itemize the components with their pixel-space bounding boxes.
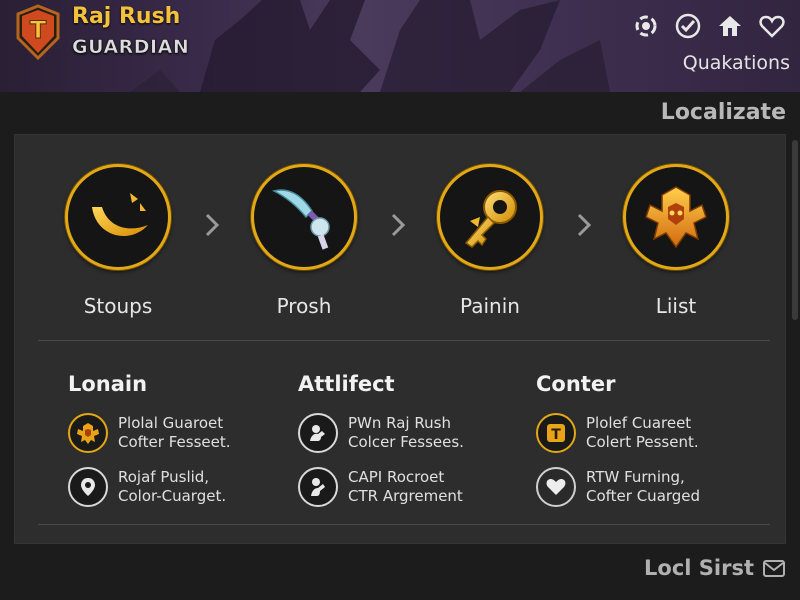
item-text: Plolal Guaroet Cofter Fesseet. — [118, 414, 231, 452]
svg-text:T: T — [30, 16, 47, 44]
item-line-2: Cofter Cuarged — [586, 487, 701, 505]
heart-icon[interactable] — [756, 10, 788, 42]
column-title: Conter — [536, 372, 616, 396]
step-label: Liist — [655, 294, 697, 318]
column-title: Lonain — [68, 372, 148, 396]
app-page: T Raj Rush GUARDIAN Quakations Localizat… — [0, 0, 800, 600]
item-text: PWn Raj Rush Colcer Fessees. — [348, 414, 464, 452]
chevron-right-icon — [391, 213, 406, 237]
step-label: Stoups — [83, 294, 153, 318]
item-text: Rojaf Puslid, Color-Cuarget. — [118, 468, 226, 506]
step-item-1[interactable]: Stoups — [58, 164, 178, 318]
item-line-2: CTR Argrement — [348, 487, 463, 505]
section-title: Localizate — [660, 100, 786, 125]
info-column-1: Lonain Plolal Guaroet Cofter Fesseet. Ro… — [68, 372, 288, 512]
refresh-icon[interactable] — [630, 10, 662, 42]
item-line-1: RTW Furning, — [586, 468, 685, 486]
info-column-3: Conter T Plolef Cuareet Colert Pessent. … — [536, 372, 756, 512]
step-item-2[interactable]: Prosh — [244, 164, 364, 318]
item-text: RTW Furning, Cofter Cuarged — [586, 468, 700, 506]
chevron-right-icon — [205, 213, 220, 237]
header-icon-group — [630, 10, 788, 42]
list-item[interactable]: RTW Furning, Cofter Cuarged — [536, 462, 756, 512]
list-item[interactable]: T Plolef Cuareet Colert Pessent. — [536, 408, 756, 458]
content-card: Stoups Prosh Painin Liist Lonain Plolal … — [14, 134, 786, 544]
item-line-2: Colcer Fessees. — [348, 433, 464, 451]
golden-key-icon — [464, 190, 517, 248]
item-line-1: Rojaf Puslid, — [118, 468, 210, 486]
step-row: Stoups Prosh Painin Liist — [14, 134, 786, 334]
scrollbar-thumb[interactable] — [792, 140, 798, 320]
divider — [38, 524, 770, 525]
armor-crest-icon — [645, 186, 707, 249]
item-line-1: Plolal Guaroet — [118, 414, 224, 432]
crescent-moon-icon — [92, 193, 148, 237]
step-circle — [437, 164, 543, 270]
step-label: Prosh — [276, 294, 332, 318]
home-icon[interactable] — [714, 10, 746, 42]
item-line-1: Plolef Cuareet — [586, 414, 692, 432]
brand-title: Raj Rush — [72, 4, 181, 29]
header-link[interactable]: Quakations — [683, 52, 790, 74]
column-title: Attlifect — [298, 372, 395, 396]
item-line-2: Cofter Fesseet. — [118, 433, 231, 451]
list-item[interactable]: Rojaf Puslid, Color-Cuarget. — [68, 462, 288, 512]
item-text: CAPI Rocroet CTR Argrement — [348, 468, 463, 506]
item-text: Plolef Cuareet Colert Pessent. — [586, 414, 699, 452]
list-item[interactable]: PWn Raj Rush Colcer Fessees. — [298, 408, 518, 458]
divider — [38, 340, 770, 341]
footer-link[interactable]: Locl Sirst — [644, 556, 786, 580]
location-pin-icon — [68, 467, 108, 507]
guardian-logo[interactable]: T — [14, 4, 62, 61]
mail-icon — [763, 560, 785, 577]
list-item[interactable]: CAPI Rocroet CTR Argrement — [298, 462, 518, 512]
item-line-2: Colert Pessent. — [586, 433, 699, 451]
character-icon — [298, 467, 338, 507]
brand-subtitle: GUARDIAN — [72, 36, 190, 59]
svg-text:T: T — [551, 427, 561, 443]
step-item-3[interactable]: Painin — [430, 164, 550, 318]
item-line-1: PWn Raj Rush — [348, 414, 451, 432]
armor-crest-icon — [68, 413, 108, 453]
footer-link-label: Locl Sirst — [644, 556, 754, 580]
tr-logo-icon: T — [536, 413, 576, 453]
check-icon[interactable] — [672, 10, 704, 42]
header-bar: T Raj Rush GUARDIAN Quakations — [0, 0, 800, 92]
sword-icon — [271, 189, 330, 250]
step-circle — [251, 164, 357, 270]
step-item-4[interactable]: Liist — [616, 164, 736, 318]
step-circle — [65, 164, 171, 270]
item-line-2: Color-Cuarget. — [118, 487, 227, 505]
step-circle — [623, 164, 729, 270]
character-icon — [298, 413, 338, 453]
list-item[interactable]: Plolal Guaroet Cofter Fesseet. — [68, 408, 288, 458]
item-line-1: CAPI Rocroet — [348, 468, 445, 486]
step-label: Painin — [460, 294, 520, 318]
info-column-2: Attlifect PWn Raj Rush Colcer Fessees. C… — [298, 372, 518, 512]
heart-icon — [536, 467, 576, 507]
chevron-right-icon — [577, 213, 592, 237]
